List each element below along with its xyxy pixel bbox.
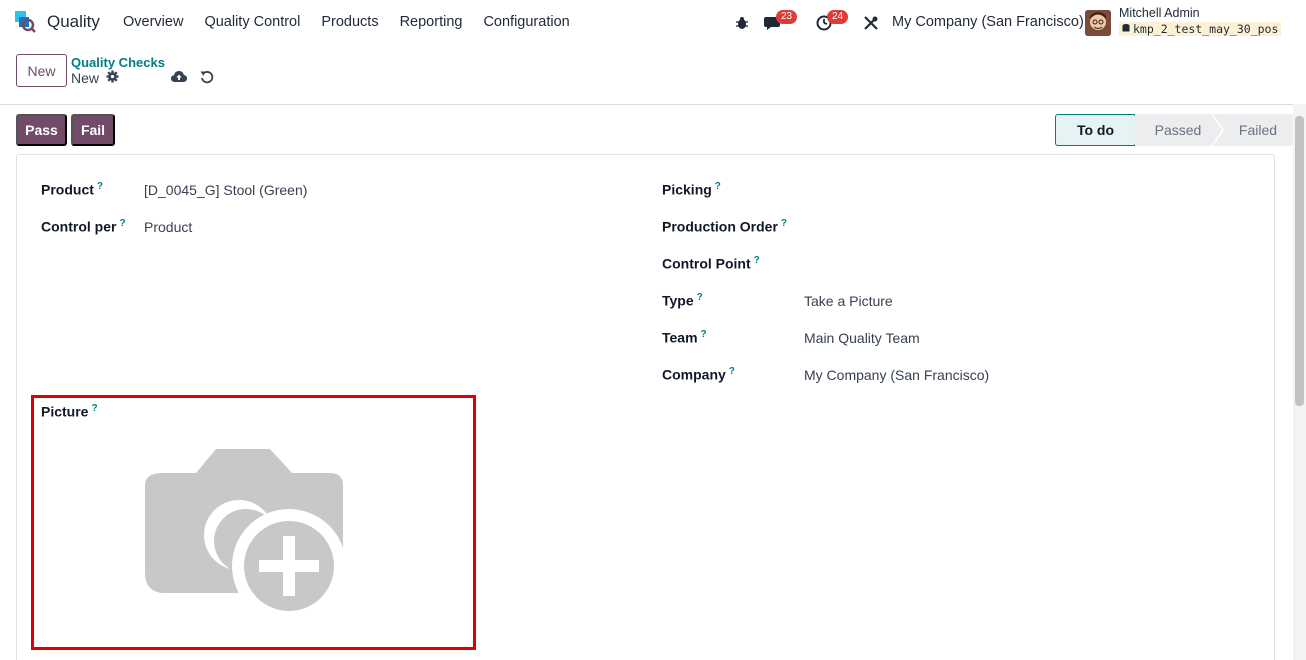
messages-count-badge: 23 [776, 10, 798, 24]
field-label-company: Company? [662, 366, 735, 383]
help-tooltip-icon[interactable]: ? [91, 403, 97, 414]
record-title: New [71, 70, 119, 86]
help-tooltip-icon[interactable]: ? [701, 329, 707, 340]
field-company[interactable]: My Company (San Francisco) [804, 367, 989, 383]
field-label-control-point: Control Point? [662, 255, 760, 272]
status-bar: To do Passed Failed [1055, 114, 1293, 146]
company-switcher[interactable]: My Company (San Francisco) [892, 14, 1084, 30]
camera-add-picture-icon[interactable] [144, 448, 346, 624]
menu-quality-control[interactable]: Quality Control [204, 14, 300, 30]
debug-bug-icon[interactable] [734, 12, 750, 34]
field-team[interactable]: Main Quality Team [804, 330, 920, 346]
pass-button[interactable]: Pass [16, 114, 67, 146]
field-label-team: Team? [662, 329, 707, 346]
field-label-picking: Picking? [662, 181, 721, 198]
fail-button[interactable]: Fail [71, 114, 115, 146]
save-cloud-icon[interactable] [171, 69, 187, 85]
scrollbar-thumb[interactable] [1295, 116, 1304, 406]
menu-products[interactable]: Products [321, 14, 378, 30]
help-tooltip-icon[interactable]: ? [781, 218, 787, 229]
gear-icon[interactable] [106, 70, 119, 86]
app-name[interactable]: Quality [47, 12, 100, 32]
database-icon [1122, 22, 1130, 36]
top-navbar: Quality Overview Quality Control Product… [0, 0, 1306, 46]
menu-overview[interactable]: Overview [123, 14, 183, 30]
help-tooltip-icon[interactable]: ? [697, 292, 703, 303]
new-button[interactable]: New [16, 54, 67, 87]
help-tooltip-icon[interactable]: ? [119, 218, 125, 229]
discard-undo-icon[interactable] [199, 69, 215, 85]
field-type[interactable]: Take a Picture [804, 293, 893, 309]
field-label-control-per: Control per? [41, 218, 126, 235]
user-avatar[interactable] [1085, 10, 1111, 36]
database-name: kmp_2_test_may_30_pos [1119, 22, 1282, 36]
main-menu: Overview Quality Control Products Report… [123, 14, 591, 30]
menu-configuration[interactable]: Configuration [483, 14, 569, 30]
breadcrumb-quality-checks[interactable]: Quality Checks [71, 55, 165, 70]
control-panel-divider [0, 104, 1306, 105]
field-control-per[interactable]: Product [144, 219, 192, 235]
help-tooltip-icon[interactable]: ? [97, 181, 103, 192]
stage-passed[interactable]: Passed [1135, 114, 1224, 146]
database-label: kmp_2_test_may_30_pos [1133, 22, 1279, 36]
field-label-picture: Picture? [41, 403, 98, 420]
field-label-type: Type? [662, 292, 703, 309]
messages-chat-icon[interactable]: 23 [763, 10, 798, 34]
menu-reporting[interactable]: Reporting [400, 14, 463, 30]
help-tooltip-icon[interactable]: ? [729, 366, 735, 377]
stage-failed[interactable]: Failed [1213, 114, 1293, 146]
quality-app-logo-icon[interactable] [15, 11, 37, 33]
field-label-product: Product? [41, 181, 103, 198]
field-picking[interactable] [804, 182, 1244, 200]
field-control-point[interactable] [804, 256, 1244, 274]
user-name[interactable]: Mitchell Admin [1119, 6, 1200, 20]
stage-to-do[interactable]: To do [1055, 114, 1146, 146]
stage-label: Failed [1238, 122, 1278, 138]
activities-count-badge: 24 [827, 10, 849, 24]
help-tooltip-icon[interactable]: ? [754, 255, 760, 266]
field-production-order[interactable] [804, 219, 1244, 237]
stage-label: Passed [1154, 122, 1202, 138]
tools-settings-icon[interactable] [862, 12, 880, 34]
field-label-production-order: Production Order? [662, 218, 788, 235]
help-tooltip-icon[interactable]: ? [715, 181, 721, 192]
stage-label: To do [1076, 122, 1115, 138]
record-name: New [71, 70, 100, 86]
page-scrollbar[interactable] [1293, 104, 1306, 660]
field-product[interactable]: [D_0045_G] Stool (Green) [144, 182, 307, 198]
activities-clock-icon[interactable]: 24 [814, 10, 849, 34]
